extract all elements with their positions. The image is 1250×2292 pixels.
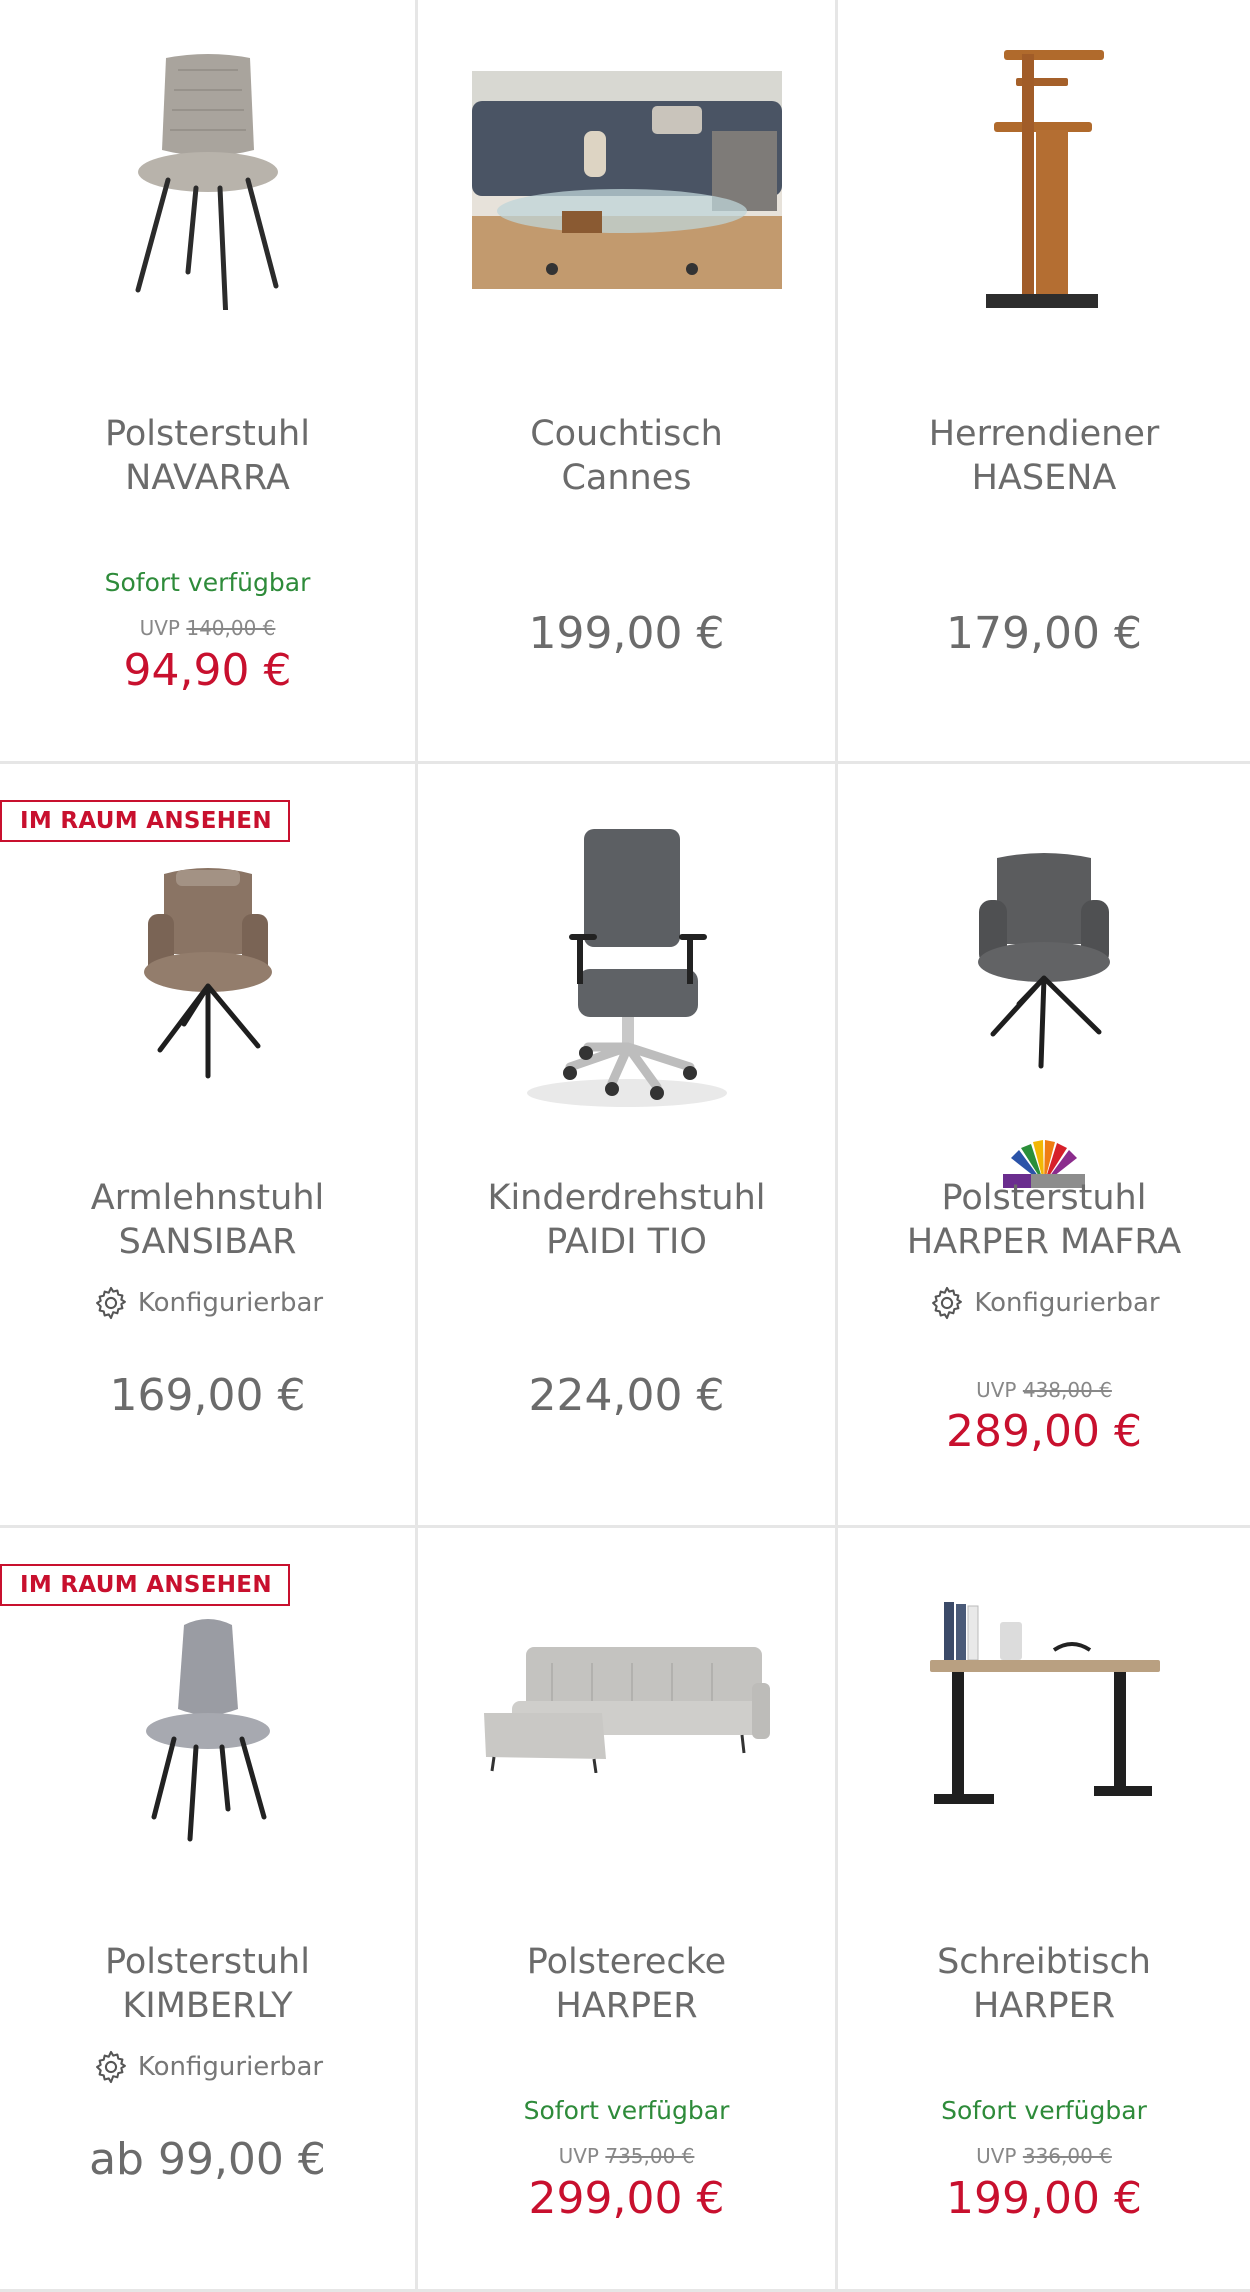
desk-icon [930,1602,1160,1804]
product-title-line1: Polsterstuhl [941,1178,1147,1218]
configurable-label[interactable]: Konfigurierbar [838,1284,1250,1322]
uvp-price: UVP 438,00 € [838,1378,1250,1402]
product-title[interactable]: Couchtisch Cannes [418,412,835,500]
product-card[interactable]: Herrendiener HASENA 179,00 € [838,0,1250,764]
configurable-label[interactable]: Konfigurierbar [0,1284,415,1322]
product-image[interactable] [838,0,1250,360]
uvp-old-price: 336,00 € [1022,2144,1112,2168]
armchair-icon [143,868,272,1079]
product-title-line2: HARPER MAFRA [906,1222,1182,1262]
product-title-line2: HARPER [972,1986,1116,2026]
product-title-line1: Couchtisch [530,414,723,454]
uvp-old-price: 735,00 € [605,2144,695,2168]
gear-icon [932,1286,963,1320]
product-title-line1: Schreibtisch [937,1942,1151,1982]
product-title-line2: KIMBERLY [122,1986,293,2026]
product-title-line1: Polsterstuhl [105,1942,310,1982]
price: 179,00 € [946,608,1142,659]
product-card[interactable]: Polsterecke HARPER Sofort verfügbar UVP … [418,1528,838,2292]
uvp-price: UVP 735,00 € [418,2144,835,2168]
uvp-label: UVP [558,2144,599,2168]
product-card[interactable]: Polsterstuhl HARPER MAFRA Konfigurierbar… [838,764,1250,1528]
configurable-label[interactable]: Konfigurierbar [0,2048,415,2086]
product-title[interactable]: Armlehnstuhl SANSIBAR [0,1176,415,1264]
view-in-room-badge[interactable]: IM RAUM ANSEHEN [0,800,290,842]
price: 169,00 € [109,1370,306,1421]
product-title[interactable]: Polsterstuhl HARPER MAFRA [838,1176,1250,1264]
product-image[interactable] [838,764,1250,1124]
product-title[interactable]: Polsterstuhl KIMBERLY [0,1940,415,2028]
uvp-label: UVP [976,1378,1017,1402]
product-title-line2: NAVARRA [125,458,290,498]
product-title-line2: SANSIBAR [118,1222,297,1262]
uvp-price: UVP 336,00 € [838,2144,1250,2168]
uvp-label: UVP [139,616,180,640]
gear-icon [95,2050,126,2084]
product-title-line2: HARPER [555,1986,698,2026]
product-title[interactable]: Polsterstuhl NAVARRA [0,412,415,500]
coffee-table-photo [471,71,782,289]
sale-price: 199,00 € [946,2173,1142,2224]
uvp-price: UVP 140,00 € [0,616,415,640]
uvp-old-price: 438,00 € [1022,1378,1112,1402]
product-title-line1: Kinderdrehstuhl [487,1178,766,1218]
chair-icon [135,54,278,310]
product-card[interactable]: Polsterstuhl NAVARRA Sofort verfügbar UV… [0,0,418,764]
chair-icon [145,1619,270,1842]
product-title-line2: Cannes [561,458,692,498]
configurable-text: Konfigurierbar [137,2052,324,2082]
availability-text: Sofort verfügbar [941,2096,1147,2125]
valet-stand-icon [986,50,1104,308]
gear-icon [95,1286,126,1320]
product-card[interactable]: Couchtisch Cannes 199,00 € [418,0,838,764]
price: 199,00 € [528,608,725,659]
product-image[interactable] [0,0,415,360]
product-grid: Polsterstuhl NAVARRA Sofort verfügbar UV… [0,0,1250,2292]
sale-price: 94,90 € [123,645,292,696]
configurable-text: Konfigurierbar [974,1288,1160,1318]
uvp-label: UVP [976,2144,1017,2168]
product-title[interactable]: Herrendiener HASENA [838,412,1250,500]
availability-text: Sofort verfügbar [523,2096,730,2125]
product-image[interactable] [418,0,835,360]
sofa-icon [483,1647,770,1773]
product-image[interactable] [418,1528,835,1888]
price: 224,00 € [528,1370,725,1421]
sale-price: 299,00 € [528,2173,725,2224]
product-title-line2: PAIDI TIO [546,1222,707,1262]
product-title[interactable]: Kinderdrehstuhl PAIDI TIO [418,1176,835,1264]
configurable-text: Konfigurierbar [137,1288,324,1318]
product-title-line1: Herrendiener [928,414,1160,454]
sale-price: 289,00 € [946,1406,1142,1457]
product-card[interactable]: Schreibtisch HARPER Sofort verfügbar UVP… [838,1528,1250,2292]
product-title-line1: Armlehnstuhl [90,1178,325,1218]
product-title-line2: HASENA [971,458,1117,498]
product-card[interactable]: Kinderdrehstuhl PAIDI TIO 224,00 € [418,764,838,1528]
product-title-line1: Polsterecke [526,1942,727,1982]
price: ab 99,00 € [89,2134,326,2185]
product-card[interactable]: IM RAUM ANSEHEN Armlehnstuhl SANSIBAR Ko… [0,764,418,1528]
product-title[interactable]: Schreibtisch HARPER [838,1940,1250,2028]
uvp-old-price: 140,00 € [186,616,276,640]
view-in-room-badge[interactable]: IM RAUM ANSEHEN [0,1564,290,1606]
product-card[interactable]: IM RAUM ANSEHEN Polsterstuhl KIMBERLY Ko… [0,1528,418,2292]
product-image[interactable] [418,764,835,1124]
office-chair-icon [526,829,727,1107]
availability-text: Sofort verfügbar [104,568,311,597]
product-title-line1: Polsterstuhl [105,414,310,454]
product-image[interactable] [838,1528,1250,1888]
armchair-icon [978,853,1110,1069]
product-title[interactable]: Polsterecke HARPER [418,1940,835,2028]
